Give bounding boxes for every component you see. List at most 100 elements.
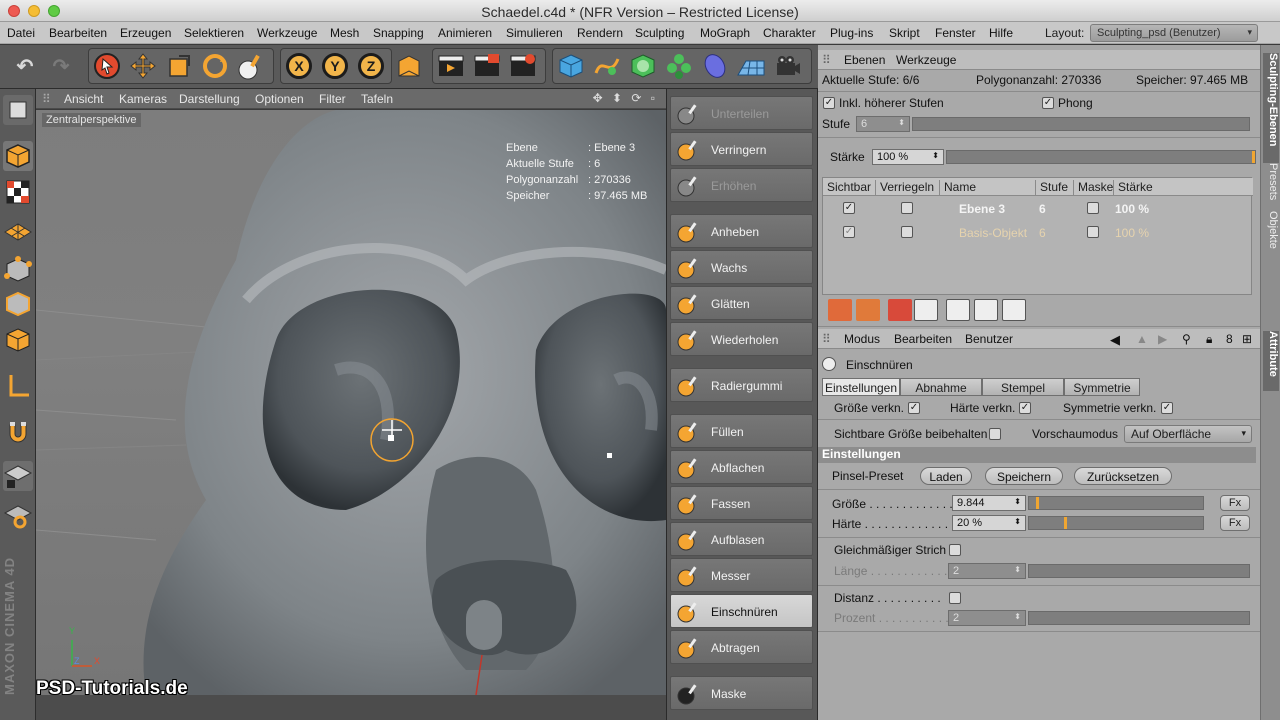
preview-mode-select[interactable]: Auf Oberfläche ▾ bbox=[1124, 425, 1252, 443]
sculpt-tool-wachs[interactable]: Wachs bbox=[670, 250, 813, 284]
sculpt-tool-anheben[interactable]: Anheben bbox=[670, 214, 813, 248]
even-stroke-checkbox[interactable] bbox=[949, 544, 961, 556]
undo-icon[interactable]: ↶ bbox=[8, 49, 42, 83]
axis-mode-icon[interactable] bbox=[3, 371, 33, 401]
size-slider[interactable] bbox=[1028, 496, 1204, 510]
viewport-menu-filter[interactable]: Filter bbox=[319, 92, 346, 106]
add-layer-icon[interactable] bbox=[828, 299, 852, 321]
size-fx-button[interactable]: Fx bbox=[1220, 495, 1250, 511]
render-view-icon[interactable] bbox=[434, 49, 468, 83]
copy-layer-icon[interactable] bbox=[946, 299, 970, 321]
save-preset-button[interactable]: Speichern bbox=[985, 467, 1063, 485]
sculpt-tool-messer[interactable]: Messer bbox=[670, 558, 813, 592]
cube-primitive-icon[interactable] bbox=[554, 49, 588, 83]
model-mode-icon[interactable] bbox=[3, 141, 33, 171]
layer-visible-checkbox[interactable]: ✓ bbox=[843, 202, 855, 214]
menu-datei[interactable]: Datei bbox=[7, 26, 35, 40]
attributes-menu-modus[interactable]: Modus bbox=[844, 332, 880, 346]
layer-mask-checkbox[interactable] bbox=[1087, 202, 1099, 214]
hardness-fx-button[interactable]: Fx bbox=[1220, 515, 1250, 531]
viewport-menu-darstellung[interactable]: Darstellung bbox=[179, 92, 240, 106]
menu-fenster[interactable]: Fenster bbox=[935, 26, 976, 40]
layers-menu-werkzeuge[interactable]: Werkzeuge bbox=[896, 53, 956, 67]
coordinate-system-icon[interactable] bbox=[392, 49, 426, 83]
sculpt-tool-füllen[interactable]: Füllen bbox=[670, 414, 813, 448]
viewport-menu-optionen[interactable]: Optionen bbox=[255, 92, 304, 106]
menu-hilfe[interactable]: Hilfe bbox=[989, 26, 1013, 40]
side-tab-attributes[interactable]: Attribute bbox=[1263, 331, 1279, 391]
viewport-menu-kameras[interactable]: Kameras bbox=[119, 92, 167, 106]
tab-abnahme[interactable]: Abnahme bbox=[900, 378, 982, 396]
viewport-menu-tafeln[interactable]: Tafeln bbox=[361, 92, 393, 106]
sculpt-tool-unterteilen[interactable]: Unterteilen bbox=[670, 96, 813, 130]
paste-layer-icon[interactable] bbox=[974, 299, 998, 321]
menu-simulieren[interactable]: Simulieren bbox=[506, 26, 563, 40]
hardness-slider[interactable] bbox=[1028, 516, 1204, 530]
staerke-field[interactable]: 100 % ⬍ bbox=[872, 149, 944, 165]
sculpt-tool-verringern[interactable]: Verringern bbox=[670, 132, 813, 166]
menu-snapping[interactable]: Snapping bbox=[373, 26, 424, 40]
redo-icon[interactable]: ↷ bbox=[44, 49, 78, 83]
texture-mode-icon[interactable] bbox=[3, 177, 33, 207]
workplane-icon[interactable] bbox=[3, 217, 33, 247]
layer-name[interactable]: Basis-Objekt bbox=[959, 226, 1027, 240]
sculpt-tool-wiederholen[interactable]: Wiederholen bbox=[670, 322, 813, 356]
sculpt-tool-glätten[interactable]: Glätten bbox=[670, 286, 813, 320]
viewport-menu-ansicht[interactable]: Ansicht bbox=[64, 92, 103, 106]
y-axis-lock-button[interactable]: Y bbox=[318, 49, 352, 83]
workplane-lock-icon[interactable] bbox=[3, 461, 33, 491]
section-einstellungen[interactable]: Einstellungen bbox=[818, 447, 1256, 463]
layer-visible-checkbox[interactable]: ✓ bbox=[843, 226, 855, 238]
attributes-menu-bearbeiten[interactable]: Bearbeiten bbox=[894, 332, 952, 346]
tab-symmetrie[interactable]: Symmetrie bbox=[1064, 378, 1140, 396]
tab-einstellungen[interactable]: Einstellungen bbox=[822, 378, 900, 396]
viewport-camera-label[interactable]: Zentralperspektive bbox=[42, 113, 141, 127]
mograph-cloner-icon[interactable] bbox=[662, 49, 696, 83]
column-staerke[interactable]: Stärke bbox=[1113, 180, 1153, 196]
column-sichtbar[interactable]: Sichtbar bbox=[823, 180, 871, 196]
menu-rendern[interactable]: Rendern bbox=[577, 26, 623, 40]
make-editable-icon[interactable] bbox=[3, 95, 33, 125]
load-preset-button[interactable]: Laden bbox=[920, 467, 972, 485]
scale-icon[interactable] bbox=[162, 49, 196, 83]
reset-preset-button[interactable]: Zurücksetzen bbox=[1074, 467, 1172, 485]
sculpt-tool-radiergummi[interactable]: Radiergummi bbox=[670, 368, 813, 402]
keep-visible-size-checkbox[interactable] bbox=[989, 428, 1001, 440]
sculpt-tool-fassen[interactable]: Fassen bbox=[670, 486, 813, 520]
3d-viewport[interactable]: Zentralperspektive Ebene: Ebene 3 Aktuel… bbox=[36, 110, 666, 695]
deformer-icon[interactable] bbox=[698, 49, 732, 83]
render-settings-icon[interactable] bbox=[506, 49, 540, 83]
brush-rotate-icon[interactable] bbox=[3, 501, 33, 531]
menu-selektieren[interactable]: Selektieren bbox=[184, 26, 244, 40]
slider-knob[interactable] bbox=[1064, 517, 1067, 529]
layer-name[interactable]: Ebene 3 bbox=[959, 202, 1005, 216]
menu-plugins[interactable]: Plug-ins bbox=[830, 26, 873, 40]
side-tab-objects[interactable]: Objekte bbox=[1263, 211, 1279, 261]
symmetry-link-checkbox[interactable]: ✓ bbox=[1161, 402, 1173, 414]
side-tab-presets[interactable]: Presets bbox=[1263, 163, 1279, 209]
sculpt-tool-maske[interactable]: Maske bbox=[670, 676, 813, 710]
attributes-menu-benutzer[interactable]: Benutzer bbox=[965, 332, 1013, 346]
camera-icon[interactable] bbox=[770, 49, 804, 83]
tab-stempel[interactable]: Stempel bbox=[982, 378, 1064, 396]
table-row[interactable]: ✓ Ebene 3 6 100 % bbox=[823, 198, 1251, 220]
menu-werkzeuge[interactable]: Werkzeuge bbox=[257, 26, 317, 40]
lock-icon[interactable]: 🔒︎ bbox=[1206, 332, 1212, 347]
size-link-checkbox[interactable]: ✓ bbox=[908, 402, 920, 414]
new-panel-icon[interactable]: ⊞ bbox=[1242, 332, 1252, 346]
slider-knob[interactable] bbox=[1036, 497, 1039, 509]
layout-select[interactable]: Sculpting_psd (Benutzer) ▾ bbox=[1090, 24, 1258, 42]
render-picture-viewer-icon[interactable] bbox=[470, 49, 504, 83]
column-verriegeln[interactable]: Verriegeln bbox=[875, 180, 934, 196]
menu-erzeugen[interactable]: Erzeugen bbox=[120, 26, 171, 40]
sculpt-tool-abtragen[interactable]: Abtragen bbox=[670, 630, 813, 664]
hierarchy-icon[interactable]: 8 bbox=[1226, 332, 1233, 346]
viewport-navigation-icons[interactable]: ✥ ⬍ ⟳ ▫ bbox=[593, 91, 658, 105]
slider-knob[interactable] bbox=[1252, 151, 1255, 163]
forward-arrow-icon[interactable]: ▶ bbox=[1158, 332, 1167, 346]
menu-sculpting[interactable]: Sculpting bbox=[635, 26, 684, 40]
distance-checkbox[interactable] bbox=[949, 592, 961, 604]
menu-animieren[interactable]: Animieren bbox=[438, 26, 492, 40]
size-field[interactable]: 9.844 ⬍ bbox=[952, 495, 1026, 511]
menu-bearbeiten[interactable]: Bearbeiten bbox=[49, 26, 107, 40]
